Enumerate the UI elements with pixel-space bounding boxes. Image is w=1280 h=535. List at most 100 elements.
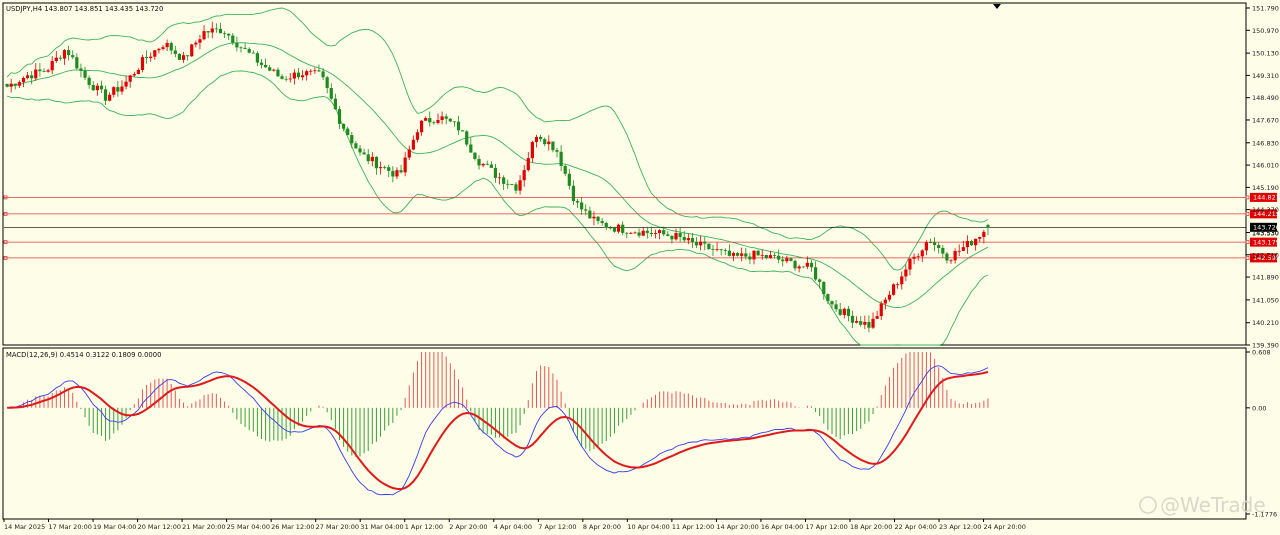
candle: [222, 31, 227, 38]
candle: [555, 147, 559, 158]
candle: [391, 166, 395, 183]
price-pane[interactable]: [2, 2, 1247, 346]
candle: [846, 305, 851, 322]
candle: [924, 240, 928, 256]
candle: [75, 53, 79, 70]
time-tick-label: 8 Apr 20:00: [583, 523, 621, 531]
candle: [896, 282, 900, 289]
price-tick-label: 140.210: [1252, 319, 1279, 327]
trading-chart-window[interactable]: 144.821 144.215 143.175 142.595 143.720 143.5…: [0, 0, 1280, 535]
candle: [54, 51, 58, 63]
candle: [949, 259, 953, 264]
candle: [477, 155, 481, 170]
candle: [280, 74, 284, 80]
candle: [333, 93, 337, 110]
candle: [538, 134, 543, 142]
candle: [38, 63, 42, 77]
candle: [251, 50, 255, 54]
candle: [621, 221, 625, 236]
candle: [838, 302, 842, 317]
time-tick-label: 26 Mar 12:00: [271, 523, 314, 531]
candle: [378, 161, 383, 175]
candle: [136, 68, 140, 75]
candle: [678, 227, 682, 242]
candle: [13, 83, 17, 90]
candle: [506, 179, 510, 189]
candle: [653, 229, 658, 239]
chart-shift-marker-icon[interactable]: [993, 4, 1001, 9]
candle: [144, 50, 149, 64]
candle: [419, 120, 424, 136]
candle: [859, 316, 863, 327]
time-tick-label: 20 Mar 12:00: [138, 523, 181, 531]
candle: [99, 80, 104, 93]
candle: [383, 165, 387, 170]
candle: [694, 237, 699, 249]
candle: [194, 40, 198, 48]
time-tick-label: 4 Apr 04:00: [494, 523, 532, 531]
candle: [264, 58, 268, 68]
level-price-label: 143.175: [1253, 238, 1280, 246]
candle: [153, 49, 157, 60]
candle: [580, 197, 584, 216]
candle: [731, 251, 736, 262]
macd-pane[interactable]: [2, 347, 1247, 520]
candle: [34, 63, 38, 81]
candle: [764, 254, 768, 260]
candle: [461, 130, 465, 132]
macd-tick-label: 0.608: [1252, 349, 1271, 357]
candle: [305, 69, 309, 81]
candle: [362, 148, 366, 155]
candle: [904, 264, 908, 282]
candle: [91, 81, 95, 91]
candle: [793, 259, 797, 272]
candle: [9, 78, 13, 93]
candle: [432, 120, 436, 125]
candle: [502, 175, 506, 190]
candle: [218, 22, 223, 34]
candle: [313, 67, 317, 74]
candle: [83, 66, 87, 81]
candle: [493, 164, 498, 183]
price-tick-label: 143.530: [1252, 229, 1279, 237]
candle: [358, 145, 362, 156]
time-tick-label: 10 Apr 04:00: [627, 523, 669, 531]
candle: [571, 180, 576, 205]
candle: [547, 135, 551, 151]
time-tick-label: 27 Mar 20:00: [316, 523, 359, 531]
candle: [748, 252, 752, 265]
time-tick-label: 11 Apr 12:00: [672, 523, 714, 531]
candle: [534, 134, 539, 148]
candle: [161, 45, 165, 51]
candle: [740, 247, 744, 262]
candle: [58, 55, 63, 61]
candle: [346, 126, 350, 136]
candle: [600, 218, 604, 226]
candle: [456, 115, 461, 135]
price-tick-label: 146.830: [1252, 139, 1279, 147]
watermark-logo: @WeTrade: [1139, 493, 1266, 517]
candle: [588, 206, 592, 219]
chart-canvas[interactable]: 144.821144.215143.175142.595143.720143.5…: [0, 0, 1280, 535]
candle: [575, 199, 580, 208]
horizontal-levels[interactable]: 144.821144.215143.175142.595143.720143.5…: [3, 192, 1280, 263]
candle: [986, 223, 990, 236]
candle: [826, 293, 830, 305]
candle: [871, 312, 875, 329]
candle: [616, 223, 621, 234]
candle: [469, 137, 473, 153]
price-tick-label: 151.790: [1252, 5, 1279, 13]
candle: [71, 50, 75, 60]
macd-lines: [7, 365, 989, 496]
candle: [518, 175, 522, 195]
candle: [850, 310, 855, 329]
candle: [637, 228, 641, 238]
macd-header: MACD(12,26,9) 0.4514 0.3122 0.1809 0.000…: [6, 351, 161, 359]
candle: [699, 235, 703, 251]
candle: [711, 244, 715, 257]
candle: [912, 253, 916, 265]
signal-line: [7, 370, 989, 491]
watermark-text: @WeTrade: [1160, 493, 1266, 517]
candle: [514, 182, 518, 195]
candle: [116, 80, 120, 97]
